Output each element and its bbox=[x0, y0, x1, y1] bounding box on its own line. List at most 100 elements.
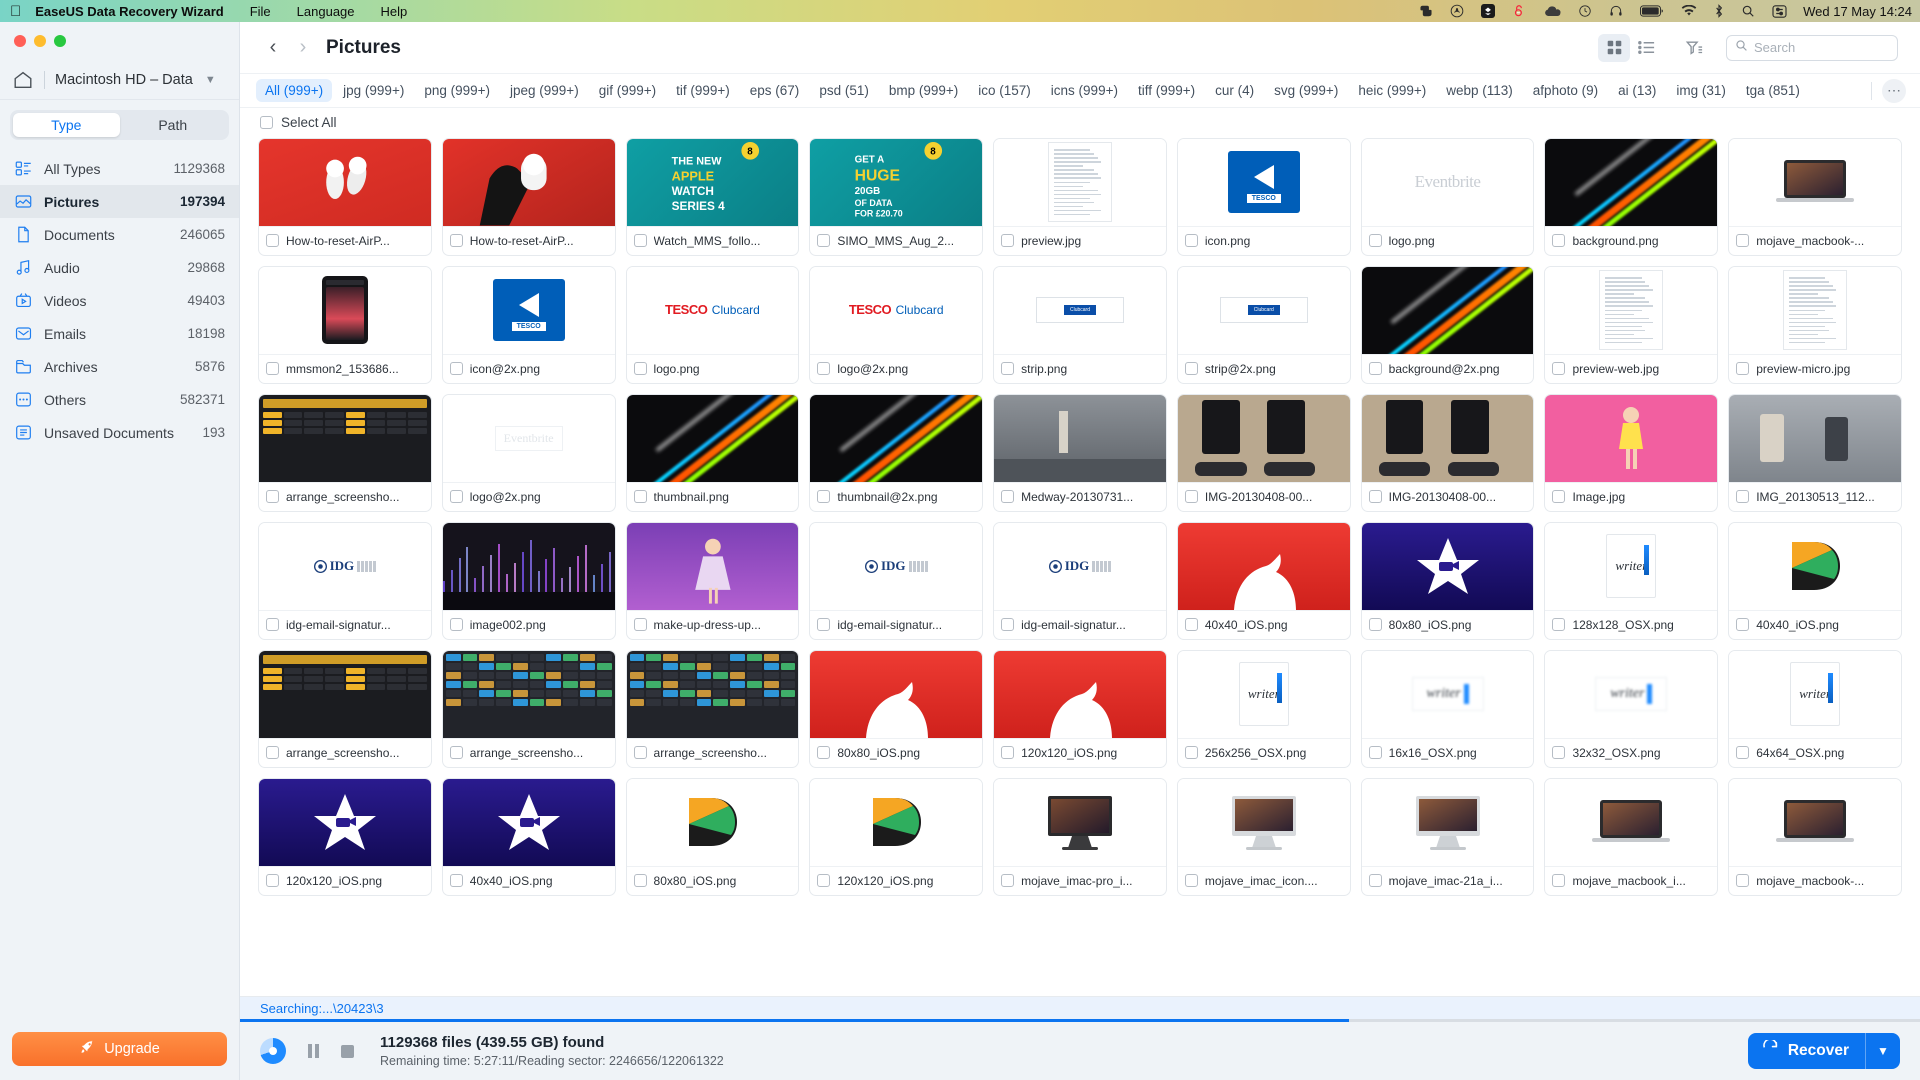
file-card[interactable]: IMG_20130513_112... bbox=[1728, 394, 1902, 512]
file-checkbox[interactable] bbox=[1552, 362, 1565, 375]
file-checkbox[interactable] bbox=[634, 874, 647, 887]
file-checkbox[interactable] bbox=[1552, 234, 1565, 247]
filter-chip-afphoto[interactable]: afphoto (9) bbox=[1524, 79, 1607, 102]
file-card[interactable]: How-to-reset-AirP... bbox=[258, 138, 432, 256]
select-all-row[interactable]: Select All bbox=[240, 108, 1920, 136]
file-card[interactable]: IMG-20130408-00... bbox=[1177, 394, 1351, 512]
file-card[interactable]: preview-web.jpg bbox=[1544, 266, 1718, 384]
file-checkbox[interactable] bbox=[450, 362, 463, 375]
search-icon[interactable] bbox=[1741, 4, 1755, 18]
file-card[interactable]: How-to-reset-AirP... bbox=[442, 138, 616, 256]
bluetooth-icon[interactable] bbox=[1714, 4, 1724, 18]
file-card[interactable]: Clubcardstrip.png bbox=[993, 266, 1167, 384]
file-checkbox[interactable] bbox=[1552, 618, 1565, 631]
file-card[interactable]: TESCOicon@2x.png bbox=[442, 266, 616, 384]
file-card[interactable]: IMG-20130408-00... bbox=[1361, 394, 1535, 512]
file-checkbox[interactable] bbox=[1736, 746, 1749, 759]
file-card[interactable]: writer 128x128_OSX.png bbox=[1544, 522, 1718, 640]
file-checkbox[interactable] bbox=[634, 362, 647, 375]
battery-icon[interactable] bbox=[1640, 5, 1664, 17]
file-checkbox[interactable] bbox=[1369, 362, 1382, 375]
file-card[interactable]: writer 64x64_OSX.png bbox=[1728, 650, 1902, 768]
sidebar-item-others[interactable]: Others 582371 bbox=[0, 383, 239, 416]
file-card[interactable]: image002.png bbox=[442, 522, 616, 640]
filter-chip-all[interactable]: All (999+) bbox=[256, 79, 332, 102]
file-card[interactable]: mmsmon2_153686... bbox=[258, 266, 432, 384]
file-checkbox[interactable] bbox=[1185, 874, 1198, 887]
file-card[interactable]: preview-micro.jpg bbox=[1728, 266, 1902, 384]
file-card[interactable]: thumbnail@2x.png bbox=[809, 394, 983, 512]
file-checkbox[interactable] bbox=[1185, 362, 1198, 375]
file-checkbox[interactable] bbox=[450, 746, 463, 759]
filter-chip-gif[interactable]: gif (999+) bbox=[590, 79, 665, 102]
filter-chip-png[interactable]: png (999+) bbox=[415, 79, 499, 102]
file-card[interactable]: background.png bbox=[1544, 138, 1718, 256]
minimize-button[interactable] bbox=[34, 35, 46, 47]
file-checkbox[interactable] bbox=[1552, 746, 1565, 759]
file-card[interactable]: writer 32x32_OSX.png bbox=[1544, 650, 1718, 768]
chevron-down-icon[interactable]: ▼ bbox=[205, 74, 216, 86]
file-card[interactable]: THE NEWAPPLEWATCHSERIES 48Watch_MMS_foll… bbox=[626, 138, 800, 256]
file-checkbox[interactable] bbox=[450, 874, 463, 887]
tab-path[interactable]: Path bbox=[120, 113, 227, 137]
file-checkbox[interactable] bbox=[266, 234, 279, 247]
file-card[interactable]: 40x40_iOS.png bbox=[1728, 522, 1902, 640]
file-card[interactable]: IDG idg-email-signatur... bbox=[993, 522, 1167, 640]
file-card[interactable]: mojave_macbook-... bbox=[1728, 138, 1902, 256]
file-checkbox[interactable] bbox=[1552, 874, 1565, 887]
file-card[interactable]: Clubcardstrip@2x.png bbox=[1177, 266, 1351, 384]
file-checkbox[interactable] bbox=[1001, 874, 1014, 887]
file-checkbox[interactable] bbox=[1552, 490, 1565, 503]
onedrive-icon[interactable] bbox=[1543, 5, 1561, 18]
filter-chip-tiff[interactable]: tiff (999+) bbox=[1129, 79, 1204, 102]
file-checkbox[interactable] bbox=[266, 362, 279, 375]
forward-button[interactable]: › bbox=[288, 33, 318, 63]
file-card[interactable]: thumbnail.png bbox=[626, 394, 800, 512]
file-checkbox[interactable] bbox=[817, 874, 830, 887]
more-horizontal-icon[interactable]: ⋯ bbox=[1882, 79, 1906, 103]
file-card[interactable]: IDG idg-email-signatur... bbox=[258, 522, 432, 640]
tab-type[interactable]: Type bbox=[13, 113, 120, 137]
filter-chip-jpeg[interactable]: jpeg (999+) bbox=[501, 79, 588, 102]
file-card[interactable]: Medway-20130731... bbox=[993, 394, 1167, 512]
apple-logo-icon[interactable]:  bbox=[10, 4, 21, 19]
file-checkbox[interactable] bbox=[450, 490, 463, 503]
search-input[interactable] bbox=[1754, 40, 1889, 55]
filter-chip-jpg[interactable]: jpg (999+) bbox=[334, 79, 413, 102]
filter-chip-webp[interactable]: webp (113) bbox=[1437, 79, 1522, 102]
sidebar-item-emails[interactable]: Emails 18198 bbox=[0, 317, 239, 350]
headphones-icon[interactable] bbox=[1609, 4, 1623, 18]
file-checkbox[interactable] bbox=[266, 874, 279, 887]
file-card[interactable]: arrange_screensho... bbox=[626, 650, 800, 768]
file-card[interactable]: arrange_screensho... bbox=[258, 394, 432, 512]
file-card[interactable]: background@2x.png bbox=[1361, 266, 1535, 384]
sidebar-item-pictures[interactable]: Pictures 197394 bbox=[0, 185, 239, 218]
file-checkbox[interactable] bbox=[266, 746, 279, 759]
menu-language[interactable]: Language bbox=[297, 4, 355, 19]
file-card[interactable]: arrange_screensho... bbox=[258, 650, 432, 768]
file-card[interactable]: 40x40_iOS.png bbox=[442, 778, 616, 896]
file-checkbox[interactable] bbox=[1736, 874, 1749, 887]
filter-button[interactable] bbox=[1678, 34, 1710, 62]
file-checkbox[interactable] bbox=[1736, 490, 1749, 503]
file-checkbox[interactable] bbox=[1185, 746, 1198, 759]
file-checkbox[interactable] bbox=[1185, 234, 1198, 247]
file-card[interactable]: preview.jpg bbox=[993, 138, 1167, 256]
file-card[interactable]: 80x80_iOS.png bbox=[809, 650, 983, 768]
filter-chip-cur[interactable]: cur (4) bbox=[1206, 79, 1263, 102]
filter-chip-tif[interactable]: tif (999+) bbox=[667, 79, 739, 102]
file-checkbox[interactable] bbox=[634, 746, 647, 759]
file-checkbox[interactable] bbox=[450, 618, 463, 631]
file-checkbox[interactable] bbox=[1736, 234, 1749, 247]
file-checkbox[interactable] bbox=[634, 618, 647, 631]
sidebar-item-audio[interactable]: Audio 29868 bbox=[0, 251, 239, 284]
file-checkbox[interactable] bbox=[817, 234, 830, 247]
menu-file[interactable]: File bbox=[250, 4, 271, 19]
file-checkbox[interactable] bbox=[1369, 874, 1382, 887]
timemachine-icon[interactable] bbox=[1578, 4, 1592, 18]
file-card[interactable]: arrange_screensho... bbox=[442, 650, 616, 768]
dropbox-icon[interactable] bbox=[1481, 4, 1495, 18]
menubar-clock[interactable]: Wed 17 May 14:24 bbox=[1803, 4, 1912, 19]
filter-chip-heic[interactable]: heic (999+) bbox=[1349, 79, 1435, 102]
file-card[interactable]: Eventbritelogo@2x.png bbox=[442, 394, 616, 512]
